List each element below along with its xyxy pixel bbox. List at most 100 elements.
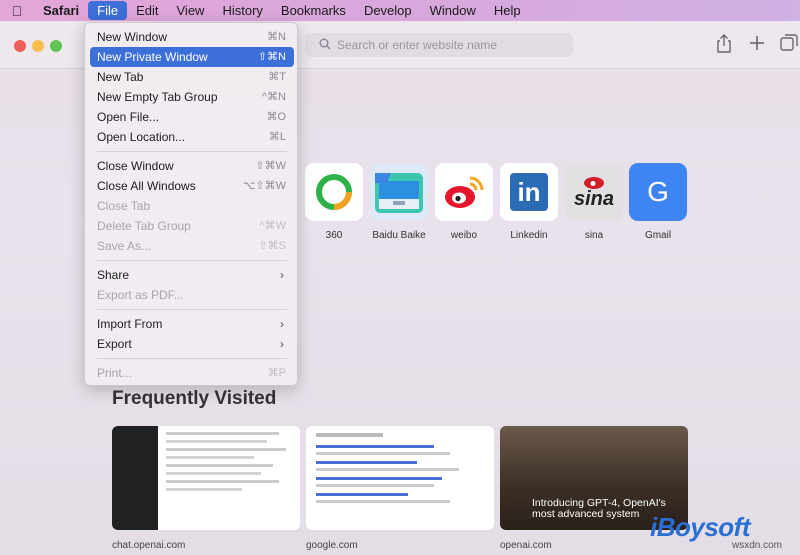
menu-item-label: Close Tab bbox=[97, 199, 151, 213]
thumbnail-chat-openai[interactable] bbox=[112, 426, 300, 530]
frequently-visited-title: Frequently Visited bbox=[112, 388, 277, 409]
shortcut-label: ⇧⌘S bbox=[258, 240, 286, 252]
favorite-360[interactable]: 360 bbox=[305, 163, 363, 242]
chevron-right-icon: › bbox=[280, 337, 284, 351]
shortcut-label: ⇧⌘W bbox=[255, 160, 286, 172]
menu-separator bbox=[97, 151, 287, 152]
menu-item-label: Open File... bbox=[97, 110, 160, 124]
tab-overview-icon[interactable] bbox=[778, 34, 800, 56]
menu-item-close-all-windows[interactable]: Close All Windows ⌥⇧⌘W bbox=[90, 176, 294, 196]
favorite-label: Baidu Baike bbox=[372, 230, 426, 241]
minimize-window-button[interactable] bbox=[32, 40, 44, 52]
menu-item-label: Close Window bbox=[97, 159, 174, 173]
shortcut-label: ^⌘W bbox=[259, 220, 286, 232]
shortcut-label: ⌘P bbox=[267, 367, 286, 379]
site-label-openai: openai.com bbox=[500, 540, 552, 551]
menu-bar:  Safari File Edit View History Bookmark… bbox=[0, 0, 800, 21]
menu-item-new-private-window[interactable]: New Private Window ⇧⌘N bbox=[90, 47, 294, 67]
menu-item-export[interactable]: Export › bbox=[90, 334, 294, 354]
menu-item-export-as-pdf: Export as PDF... bbox=[90, 285, 294, 305]
file-menu-dropdown: New Window ⌘N New Private Window ⇧⌘N New… bbox=[84, 22, 298, 386]
favorite-label: Gmail bbox=[644, 230, 672, 241]
menu-item-import-from[interactable]: Import From › bbox=[90, 314, 294, 334]
share-icon[interactable] bbox=[713, 34, 735, 56]
menu-window[interactable]: Window bbox=[421, 0, 485, 21]
address-bar[interactable]: Search or enter website name bbox=[305, 33, 573, 57]
iboysoft-watermark: iBoysoft bbox=[650, 512, 751, 542]
menu-separator bbox=[97, 358, 287, 359]
favorite-sina[interactable]: sina sina bbox=[565, 163, 623, 242]
menu-item-label: New Empty Tab Group bbox=[97, 90, 218, 104]
apple-icon[interactable]:  bbox=[0, 3, 34, 19]
shortcut-label: ⌘O bbox=[266, 111, 286, 123]
shortcut-label: ⌘N bbox=[267, 31, 286, 43]
wsxdn-watermark: wsxdn.com bbox=[732, 540, 783, 551]
menu-item-new-window[interactable]: New Window ⌘N bbox=[90, 27, 294, 47]
menu-item-label: Print... bbox=[97, 366, 132, 380]
gmail-logo-icon: G bbox=[629, 163, 687, 221]
favorite-weibo[interactable]: weibo bbox=[435, 163, 493, 242]
sina-tile-text: sina bbox=[573, 188, 615, 210]
weibo-logo-icon bbox=[435, 163, 493, 221]
menu-item-label: Open Location... bbox=[97, 130, 186, 144]
menu-item-label: New Private Window bbox=[97, 50, 208, 64]
shortcut-label: ⇧⌘N bbox=[257, 51, 286, 63]
linkedin-tile-text: in bbox=[510, 173, 548, 211]
chevron-right-icon: › bbox=[280, 317, 284, 331]
menu-item-new-tab[interactable]: New Tab ⌘T bbox=[90, 67, 294, 87]
shortcut-label: ⌘T bbox=[268, 71, 286, 83]
shortcut-label: ^⌘N bbox=[261, 91, 286, 103]
close-window-button[interactable] bbox=[14, 40, 26, 52]
menu-item-label: Close All Windows bbox=[97, 179, 196, 193]
menu-item-open-location[interactable]: Open Location... ⌘L bbox=[90, 127, 294, 147]
menu-item-close-window[interactable]: Close Window ⇧⌘W bbox=[90, 156, 294, 176]
gmail-tile-text: G bbox=[647, 176, 669, 207]
menu-item-label: New Tab bbox=[97, 70, 144, 84]
site-label-google: google.com bbox=[306, 540, 358, 551]
menu-develop[interactable]: Develop bbox=[355, 0, 421, 21]
menu-item-open-file[interactable]: Open File... ⌘O bbox=[90, 107, 294, 127]
sina-logo-icon: sina bbox=[565, 163, 623, 221]
menu-item-close-tab: Close Tab bbox=[90, 196, 294, 216]
menu-item-share[interactable]: Share › bbox=[90, 265, 294, 285]
menu-edit[interactable]: Edit bbox=[127, 0, 167, 21]
favorite-label: weibo bbox=[450, 230, 478, 241]
address-placeholder: Search or enter website name bbox=[337, 38, 498, 52]
360-logo-icon bbox=[305, 163, 363, 221]
menu-separator bbox=[97, 309, 287, 310]
menu-item-print: Print... ⌘P bbox=[90, 363, 294, 383]
favorite-baidu-baike[interactable]: Baidu Baike bbox=[370, 163, 428, 242]
menu-safari[interactable]: Safari bbox=[34, 0, 88, 21]
menu-item-save-as: Save As... ⇧⌘S bbox=[90, 236, 294, 256]
favorite-label: Linkedin bbox=[510, 230, 548, 241]
favorite-label: sina bbox=[584, 230, 604, 241]
menu-view[interactable]: View bbox=[168, 0, 214, 21]
menu-item-label: Delete Tab Group bbox=[97, 219, 191, 233]
shortcut-label: ⌥⇧⌘W bbox=[242, 180, 286, 192]
baidu-baike-logo-icon bbox=[370, 163, 428, 221]
menu-history[interactable]: History bbox=[213, 0, 271, 21]
favorite-gmail[interactable]: G Gmail bbox=[629, 163, 687, 242]
thumbnail-google[interactable] bbox=[306, 426, 494, 530]
menu-help[interactable]: Help bbox=[485, 0, 530, 21]
menu-separator bbox=[97, 260, 287, 261]
new-tab-icon[interactable] bbox=[746, 34, 768, 56]
favorite-label: 360 bbox=[325, 230, 343, 241]
search-icon bbox=[319, 38, 331, 53]
shortcut-label: ⌘L bbox=[268, 131, 286, 143]
menu-item-delete-tab-group: Delete Tab Group ^⌘W bbox=[90, 216, 294, 236]
menu-item-label: New Window bbox=[97, 30, 168, 44]
menu-item-label: Share bbox=[97, 268, 130, 282]
menu-bookmarks[interactable]: Bookmarks bbox=[272, 0, 355, 21]
favorite-linkedin[interactable]: in Linkedin bbox=[500, 163, 558, 242]
menu-item-label: Export as PDF... bbox=[97, 288, 184, 302]
zoom-window-button[interactable] bbox=[50, 40, 62, 52]
menu-item-new-empty-tab-group[interactable]: New Empty Tab Group ^⌘N bbox=[90, 87, 294, 107]
menu-item-label: Save As... bbox=[97, 239, 152, 253]
menu-item-label: Import From bbox=[97, 317, 163, 331]
menu-item-label: Export bbox=[97, 337, 132, 351]
linkedin-logo-icon: in bbox=[500, 163, 558, 221]
chevron-right-icon: › bbox=[280, 268, 284, 282]
menu-file[interactable]: File bbox=[88, 1, 128, 20]
site-label-chat-openai: chat.openai.com bbox=[112, 540, 186, 551]
